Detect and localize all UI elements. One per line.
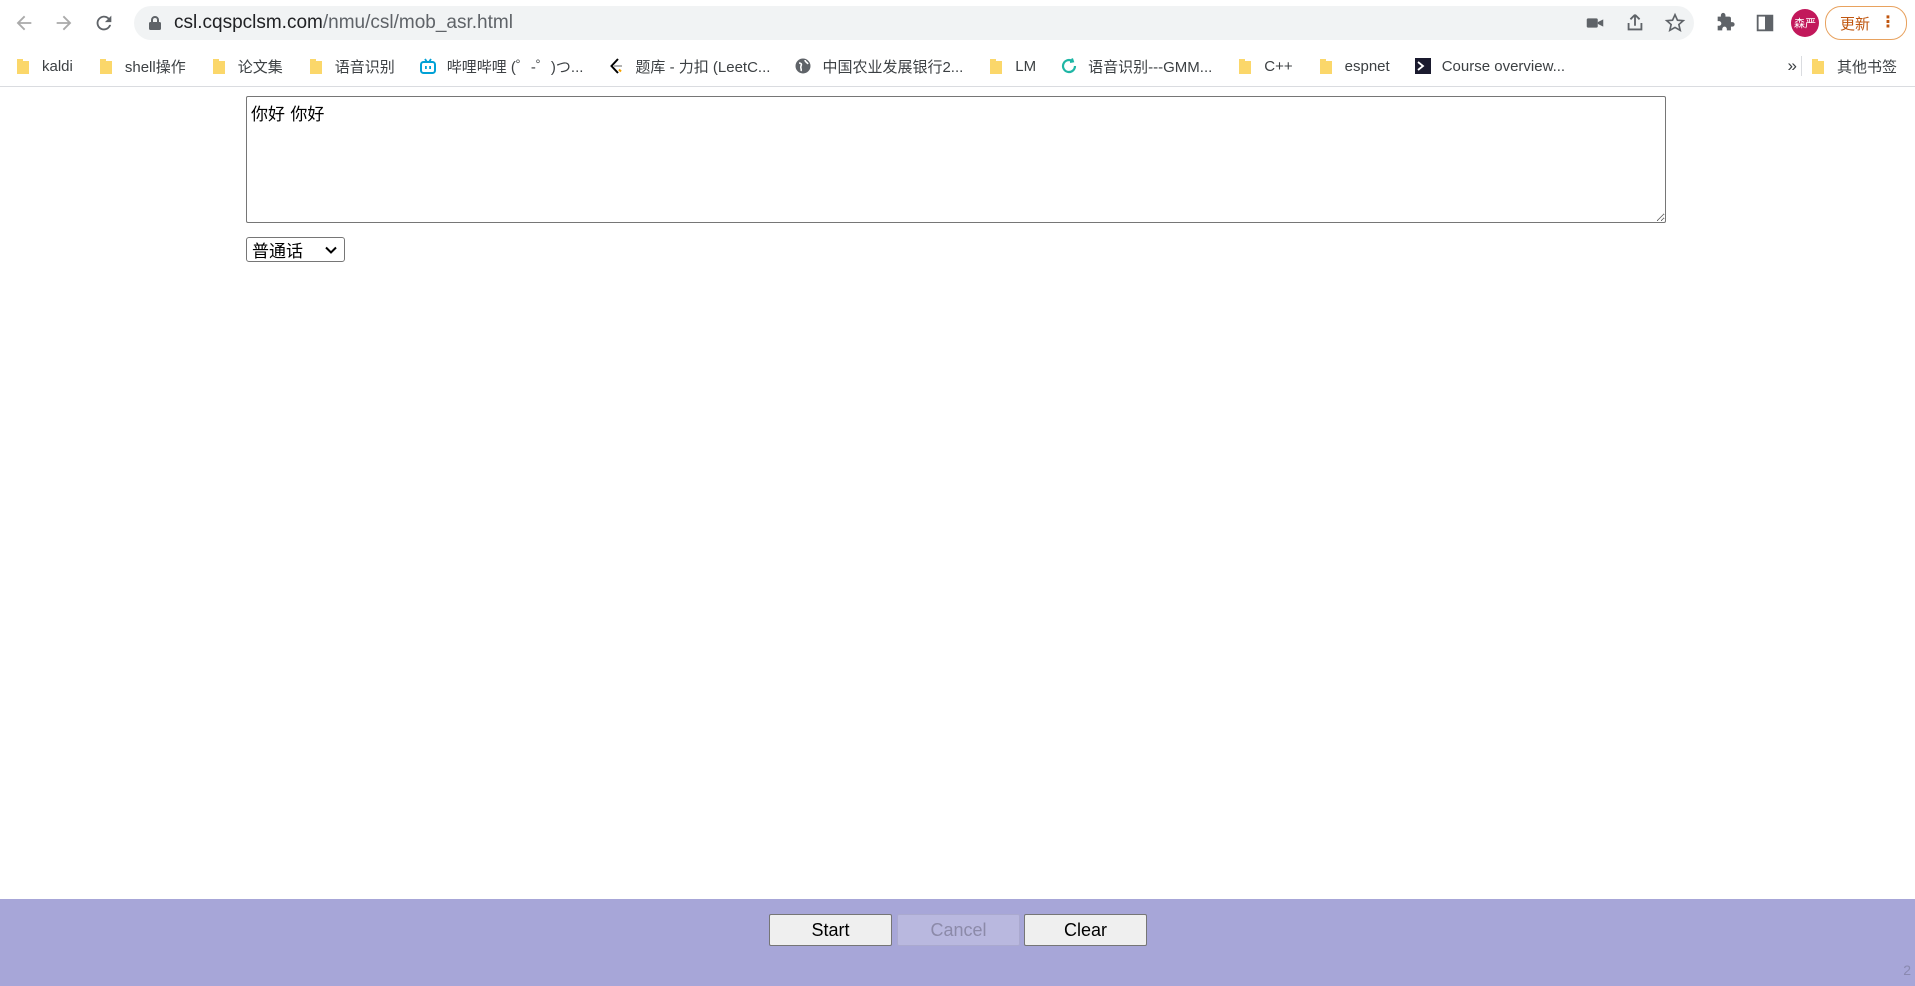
bilibili-icon [419,58,436,74]
chevron-down-icon [325,246,337,254]
side-panel-button[interactable] [1745,3,1785,43]
terminal-icon [1414,58,1431,74]
address-bar[interactable]: csl.cqspclsm.com/nmu/csl/mob_asr.html [134,6,1694,40]
control-footer: Start Cancel Clear 2 [0,899,1915,986]
bookmark-shell[interactable]: shell操作 [83,51,196,81]
bookmark-papers[interactable]: 论文集 [196,51,293,81]
bookmark-label: 中国农业发展银行2... [822,58,964,76]
recognition-result-textarea[interactable]: 你好 你好 [246,96,1666,223]
bookmark-label: Course overview... [1441,57,1566,75]
folder-icon [212,59,225,74]
bookmark-asr[interactable]: 语音识别 [293,51,405,81]
browser-toolbar: csl.cqspclsm.com/nmu/csl/mob_asr.html 森严… [0,0,1915,46]
update-button[interactable]: 更新 ⋮ [1824,6,1907,40]
arrow-right-icon [56,15,72,31]
more-menu-icon: ⋮ [1880,14,1896,31]
url-host: csl.cqspclsm.com [174,12,323,33]
bookmark-label: kaldi [42,57,73,75]
lock-icon [149,16,161,30]
bookmark-cpp[interactable]: C++ [1222,51,1302,81]
bookmark-kaldi[interactable]: kaldi [0,51,83,81]
bookmark-label: 论文集 [237,58,283,76]
cancel-button[interactable]: Cancel [897,914,1020,946]
folder-icon [17,59,29,74]
clear-button[interactable]: Clear [1024,914,1147,946]
bookmark-bank[interactable]: 中国农业发展银行2... [780,51,973,81]
bookmark-label: shell操作 [124,58,186,76]
page-number: 2 [1903,962,1911,978]
reload-icon [96,15,112,31]
start-button[interactable]: Start [769,914,892,946]
bookmark-label: 语音识别---GMM... [1088,58,1213,76]
update-label: 更新 [1839,15,1870,33]
arrow-left-icon [16,15,32,31]
folder-icon [1239,59,1252,74]
other-bookmarks-label: 其他书签 [1836,58,1897,76]
reload-button[interactable] [84,3,124,43]
url-path: /nmu/csl/mob_asr.html [322,12,513,33]
refresh-spinner-icon [1062,58,1077,74]
side-panel-icon [1756,14,1774,32]
bookmark-gmm[interactable]: 语音识别---GMM... [1046,51,1222,81]
bookmark-label: LM [1015,57,1037,75]
bookmark-label: C++ [1264,57,1293,75]
folder-icon [309,59,322,74]
folder-icon [1811,59,1824,74]
bookmark-label: 哔哩哔哩 (゜-゜)つ... [446,58,584,76]
share-icon[interactable] [1624,12,1646,34]
page-content: 你好 你好 普通话 Start Cancel Clear 2 [0,87,1915,986]
star-icon[interactable] [1664,12,1686,34]
url-text: csl.cqspclsm.com/nmu/csl/mob_asr.html [174,12,513,34]
other-bookmarks[interactable]: 其他书签 [1795,51,1907,81]
folder-icon [990,59,1003,74]
language-select[interactable]: 普通话 [246,237,345,262]
bookmark-label: 语音识别 [334,58,395,76]
bookmark-bilibili[interactable]: 哔哩哔哩 (゜-゜)つ... [405,51,594,81]
globe-icon [795,58,811,74]
bookmark-espnet[interactable]: espnet [1303,51,1400,81]
back-button[interactable] [4,3,44,43]
bookmark-leetcode[interactable]: 题库 - 力扣 (LeetC... [593,51,780,81]
video-camera-icon[interactable] [1584,12,1606,34]
bookmark-label: 题库 - 力扣 (LeetC... [635,58,771,76]
language-selected-value: 普通话 [252,242,303,262]
forward-button[interactable] [44,3,84,43]
bookmarks-bar: kaldi shell操作 论文集 语音识别 哔哩哔哩 (゜-゜)つ... 题库… [0,46,1915,87]
bookmark-label: espnet [1344,57,1390,75]
extensions-button[interactable] [1705,3,1745,43]
folder-icon [1319,59,1332,74]
profile-avatar[interactable]: 森严 [1790,9,1819,37]
folder-icon [99,59,112,74]
puzzle-icon [1717,12,1735,31]
leetcode-icon [610,58,623,74]
bookmark-course[interactable]: Course overview... [1400,51,1575,81]
bookmark-lm[interactable]: LM [973,51,1046,81]
